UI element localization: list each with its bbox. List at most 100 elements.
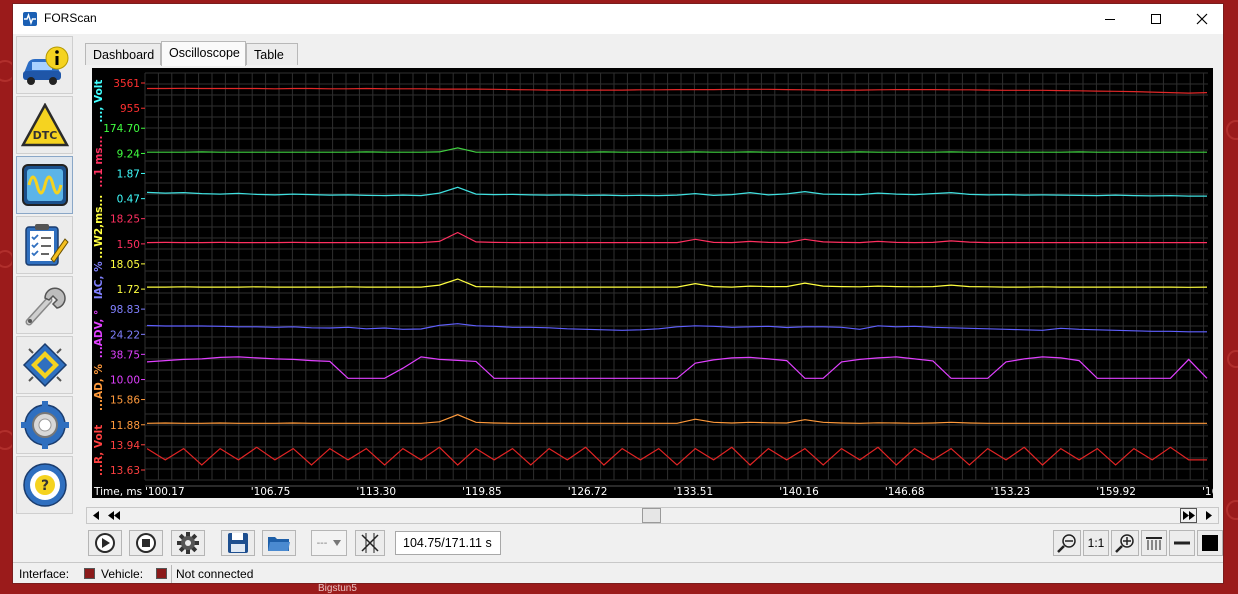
vehicle-label: Vehicle: xyxy=(101,567,144,581)
channel-min-label: 0.47 xyxy=(117,194,140,206)
scroll-to-start-button[interactable] xyxy=(105,508,122,523)
chip-icon xyxy=(22,342,67,388)
forscan-window: FORScan DTC ? Dashboard Oscilloscope Tab… xyxy=(12,3,1224,584)
channel-name-label: ..., Volt xyxy=(93,80,105,123)
channel-min-label: 9.24 xyxy=(117,148,141,160)
zoom-reset-button[interactable]: 1:1 xyxy=(1083,530,1109,556)
interface-status-indicator xyxy=(84,568,95,579)
x-tick-label: '166.62 xyxy=(1202,486,1213,498)
channel-max-label: 38.75 xyxy=(110,349,140,361)
sidebar-item-dtc[interactable]: DTC xyxy=(16,96,73,154)
x-tick-label: '119.85 xyxy=(462,486,502,498)
tab-oscilloscope[interactable]: Oscilloscope xyxy=(161,41,246,66)
zoom-out-button[interactable] xyxy=(1053,530,1081,556)
sidebar-item-help[interactable]: ? xyxy=(16,456,73,514)
buffer-select[interactable]: --- xyxy=(311,530,347,556)
horizontal-line-icon xyxy=(1174,541,1190,545)
oscilloscope-icon xyxy=(21,164,68,206)
scroll-to-end-button[interactable] xyxy=(1180,508,1197,523)
sidebar-item-module-programming[interactable] xyxy=(16,336,73,394)
stop-button[interactable] xyxy=(129,530,163,556)
x-tick-label: '133.51 xyxy=(674,486,714,498)
sidebar-item-oscilloscope[interactable] xyxy=(16,156,73,214)
channel-name-label: IAC, % xyxy=(93,261,105,299)
x-tick-label: '126.72 xyxy=(568,486,608,498)
scope-settings-button[interactable] xyxy=(171,530,205,556)
desktop-pattern xyxy=(1226,120,1238,140)
channel-max-label: 1.87 xyxy=(117,168,140,180)
save-button[interactable] xyxy=(221,530,255,556)
channel-min-label: 1.50 xyxy=(117,239,140,251)
sidebar-item-vehicle-info[interactable] xyxy=(16,36,73,94)
grid-icon xyxy=(1146,537,1162,550)
zoom-out-icon xyxy=(1057,534,1076,553)
connection-status-text: Not connected xyxy=(176,567,254,581)
cursor-toggle-button[interactable] xyxy=(355,530,385,556)
help-icon: ? xyxy=(22,463,67,507)
maximize-icon xyxy=(1151,14,1161,24)
tab-dashboard[interactable]: Dashboard xyxy=(85,43,161,65)
arrow-right-icon xyxy=(1205,511,1212,520)
close-button[interactable] xyxy=(1179,4,1225,34)
zoom-level-label: 1:1 xyxy=(1087,536,1105,550)
open-file-button[interactable] xyxy=(262,530,296,556)
oscilloscope-plot[interactable]: 3561 955 174.70 9.24 1.87 0.47 18.25 1.50 18.05 1… xyxy=(92,68,1213,498)
channel-name-label: ...R, Volt xyxy=(93,425,105,476)
x-tick-label: '113.30 xyxy=(356,486,396,498)
svg-text:?: ? xyxy=(40,478,48,494)
vehicle-status-indicator xyxy=(156,568,167,579)
vehicle-info-icon xyxy=(22,46,68,85)
title-bar: FORScan xyxy=(13,4,1223,34)
x-tick-label: '146.68 xyxy=(885,486,925,498)
checklist-icon xyxy=(24,224,69,266)
interface-label: Interface: xyxy=(19,567,70,581)
fill-mode-button[interactable] xyxy=(1197,530,1223,556)
channel-max-label: 98.83 xyxy=(110,304,140,316)
close-icon xyxy=(1196,13,1208,25)
x-tick-label: '100.17 xyxy=(145,486,185,498)
channel-max-label: 174.70 xyxy=(103,123,140,135)
channel-min-label: 1.72 xyxy=(117,284,140,296)
channel-max-label: 15.86 xyxy=(110,395,140,407)
timeline-scrollbar[interactable] xyxy=(86,507,1219,524)
channel-max-label: 3561 xyxy=(113,78,140,90)
tab-table[interactable]: Table xyxy=(246,43,298,65)
crosshair-icon xyxy=(361,533,379,553)
rewind-icon xyxy=(107,511,120,520)
maximize-button[interactable] xyxy=(1133,4,1179,34)
sidebar-item-settings[interactable] xyxy=(16,396,73,454)
minimize-button[interactable] xyxy=(1087,4,1133,34)
channel-min-label: 11.88 xyxy=(110,420,140,432)
play-button[interactable] xyxy=(88,530,122,556)
buffer-select-value: --- xyxy=(316,537,328,549)
scroll-right-button[interactable] xyxy=(1200,508,1217,523)
single-line-button[interactable] xyxy=(1169,530,1195,556)
fast-forward-icon xyxy=(1182,511,1195,520)
channel-name-label: ...AD, % xyxy=(93,364,105,411)
channel-name-label: ...1 ms... xyxy=(93,136,105,188)
desktop-pattern xyxy=(1226,500,1238,520)
channel-max-label: 18.05 xyxy=(110,259,140,271)
sidebar-item-service-checklist[interactable] xyxy=(16,216,73,274)
stop-icon xyxy=(136,533,156,553)
zoom-in-button[interactable] xyxy=(1111,530,1139,556)
channel-name-label: ...ADV, ° xyxy=(93,310,105,358)
dtc-warning-icon: DTC xyxy=(20,103,69,147)
status-bar: Interface: Vehicle: Not connected xyxy=(13,562,1223,585)
play-icon xyxy=(95,533,115,553)
chevron-down-icon xyxy=(333,540,342,546)
sidebar-item-configuration-tools[interactable] xyxy=(16,276,73,334)
scroll-left-button[interactable] xyxy=(87,508,104,523)
channel-name-label: ...W2,ms... xyxy=(93,195,105,259)
grid-density-button[interactable] xyxy=(1141,530,1167,556)
square-icon xyxy=(1202,535,1218,551)
channel-min-label: 24.22 xyxy=(110,329,140,341)
gear-icon xyxy=(20,401,69,449)
app-icon xyxy=(23,12,37,26)
oscilloscope-canvas: 3561 955 174.70 9.24 1.87 0.47 18.25 1.50 18.05 1… xyxy=(93,72,1213,498)
channel-min-label: 955 xyxy=(120,103,140,115)
channel-min-label: 10.00 xyxy=(110,375,140,387)
scroll-thumb[interactable] xyxy=(642,508,661,523)
channel-max-label: 13.94 xyxy=(110,440,140,452)
x-tick-label: '140.16 xyxy=(779,486,819,498)
